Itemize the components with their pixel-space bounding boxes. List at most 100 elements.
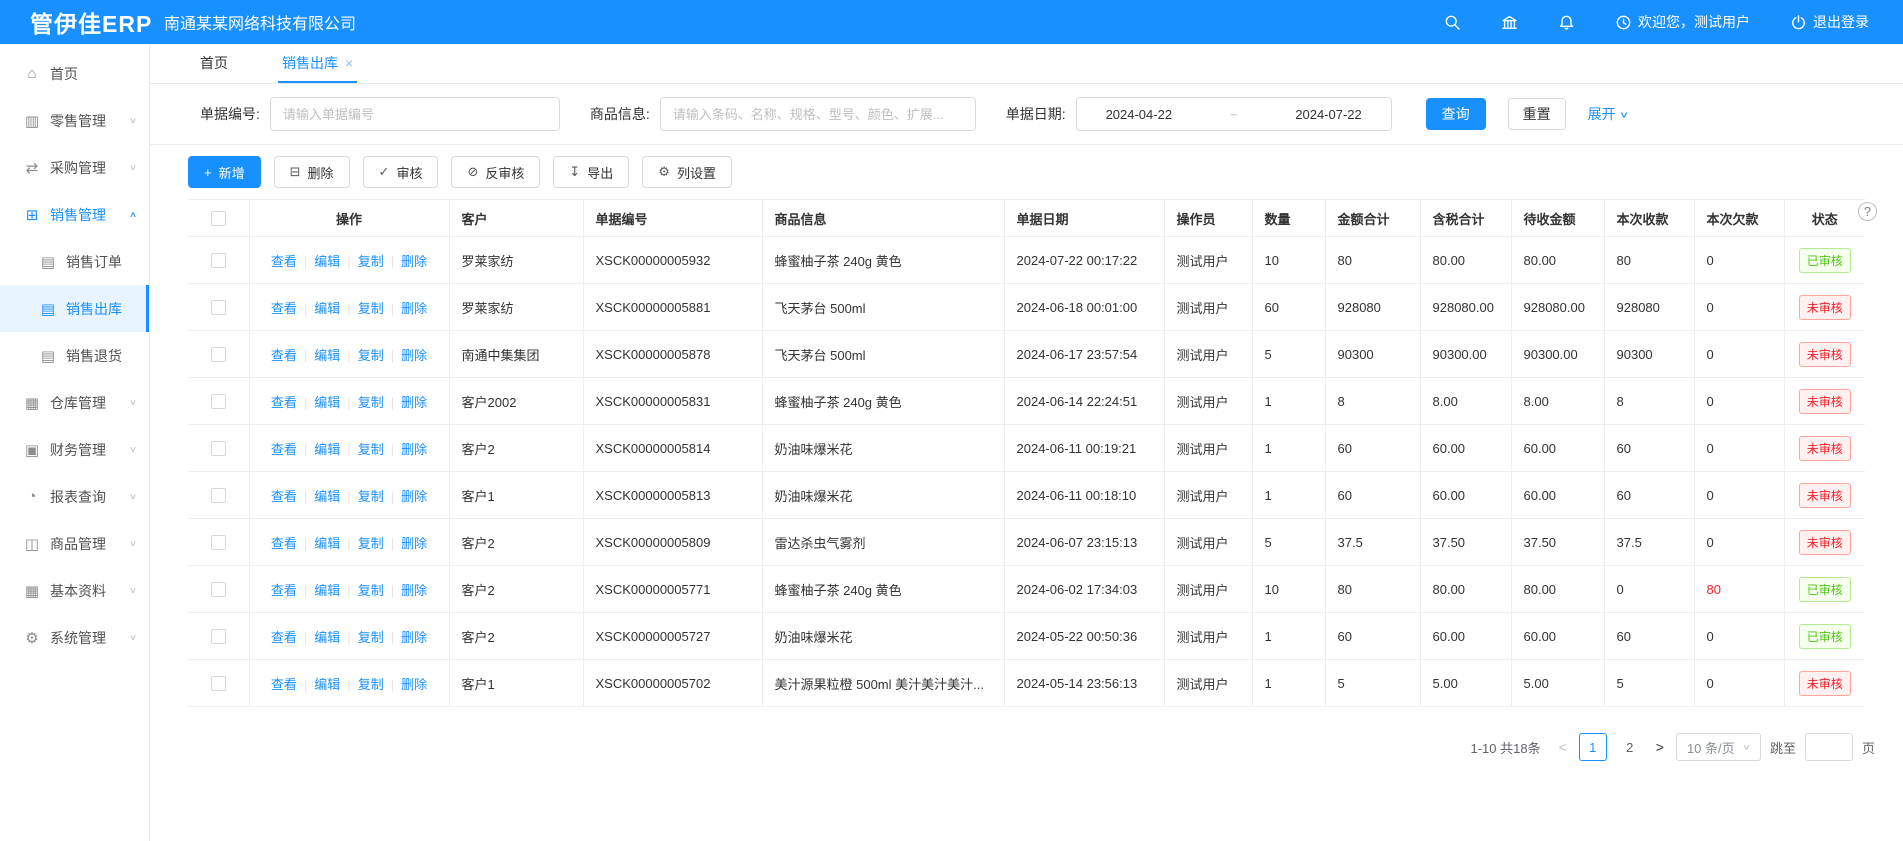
sidebar-item-sales-management[interactable]: ⊞销售管理∧: [0, 191, 149, 238]
order-no-cell: XSCK00000005771: [583, 566, 762, 613]
copy-link[interactable]: 复制: [358, 348, 384, 363]
delete-link[interactable]: 删除: [401, 348, 427, 363]
delete-link[interactable]: 删除: [401, 442, 427, 457]
edit-link[interactable]: 编辑: [314, 630, 340, 645]
column-header: 金额合计: [1325, 200, 1420, 237]
view-link[interactable]: 查看: [271, 583, 297, 598]
select-all-checkbox[interactable]: [211, 211, 226, 226]
jump-page-input[interactable]: [1805, 733, 1853, 761]
edit-link[interactable]: 编辑: [314, 395, 340, 410]
toolbar-button[interactable]: ⚙列设置: [642, 156, 732, 188]
edit-link[interactable]: 编辑: [314, 489, 340, 504]
copy-link[interactable]: 复制: [358, 677, 384, 692]
home-building-icon[interactable]: [1501, 14, 1518, 31]
date-range-picker[interactable]: 2024-04-22 ~ 2024-07-22: [1076, 97, 1392, 131]
expand-toggle[interactable]: 展开 ∨: [1588, 104, 1628, 124]
search-button[interactable]: 查询: [1426, 98, 1486, 130]
sidebar-item-sales-return[interactable]: ▤销售退货: [0, 332, 149, 379]
edit-link[interactable]: 编辑: [314, 348, 340, 363]
view-link[interactable]: 查看: [271, 395, 297, 410]
search-icon[interactable]: [1444, 14, 1461, 31]
view-link[interactable]: 查看: [271, 301, 297, 316]
page-button-2[interactable]: 2: [1616, 733, 1644, 761]
copy-link[interactable]: 复制: [358, 301, 384, 316]
view-link[interactable]: 查看: [271, 677, 297, 692]
sidebar-item-home[interactable]: ⌂首页: [0, 50, 149, 97]
row-checkbox[interactable]: [211, 488, 226, 503]
delete-link[interactable]: 删除: [401, 254, 427, 269]
product-cell: 奶油味爆米花: [762, 472, 1004, 519]
delete-link[interactable]: 删除: [401, 489, 427, 504]
edit-link[interactable]: 编辑: [314, 677, 340, 692]
row-checkbox[interactable]: [211, 535, 226, 550]
close-icon[interactable]: ×: [345, 55, 353, 71]
sidebar-item-retail-management[interactable]: ▥零售管理∨: [0, 97, 149, 144]
delete-link[interactable]: 删除: [401, 630, 427, 645]
notification-bell-icon[interactable]: [1558, 14, 1575, 31]
sidebar-item-finance-management[interactable]: ▣财务管理∨: [0, 426, 149, 473]
sidebar-item-report-query[interactable]: ◔报表查询∨: [0, 473, 149, 520]
tab-sales-outbound[interactable]: 销售出库 ×: [278, 44, 357, 83]
page-button-1[interactable]: 1: [1579, 733, 1607, 761]
delete-link[interactable]: 删除: [401, 395, 427, 410]
copy-link[interactable]: 复制: [358, 442, 384, 457]
copy-link[interactable]: 复制: [358, 254, 384, 269]
edit-link[interactable]: 编辑: [314, 442, 340, 457]
sidebar-item-warehouse-management[interactable]: ▦仓库管理∨: [0, 379, 149, 426]
row-checkbox[interactable]: [211, 300, 226, 315]
clock-icon: [1615, 14, 1632, 31]
user-welcome[interactable]: 欢迎您，测试用户: [1615, 12, 1750, 32]
edit-link[interactable]: 编辑: [314, 301, 340, 316]
view-link[interactable]: 查看: [271, 536, 297, 551]
date-end-value[interactable]: 2024-07-22: [1295, 107, 1362, 122]
view-link[interactable]: 查看: [271, 630, 297, 645]
reset-button[interactable]: 重置: [1508, 98, 1566, 130]
product-info-input[interactable]: [660, 97, 976, 131]
copy-link[interactable]: 复制: [358, 630, 384, 645]
logout-button[interactable]: 退出登录: [1790, 12, 1869, 32]
row-checkbox[interactable]: [211, 394, 226, 409]
toolbar-button[interactable]: ✓审核: [363, 156, 439, 188]
copy-link[interactable]: 复制: [358, 583, 384, 598]
add-button[interactable]: +新增: [188, 156, 261, 188]
toolbar-button[interactable]: ↧导出: [553, 156, 629, 188]
view-link[interactable]: 查看: [271, 348, 297, 363]
sidebar-item-purchase-management[interactable]: ⇄采购管理∨: [0, 144, 149, 191]
retail-icon: ▥: [22, 112, 42, 130]
view-link[interactable]: 查看: [271, 254, 297, 269]
row-checkbox[interactable]: [211, 676, 226, 691]
toolbar-button[interactable]: ⊟删除: [274, 156, 350, 188]
row-checkbox[interactable]: [211, 253, 226, 268]
edit-link[interactable]: 编辑: [314, 536, 340, 551]
view-link[interactable]: 查看: [271, 442, 297, 457]
gear-icon: ⚙: [22, 629, 42, 647]
delete-link[interactable]: 删除: [401, 301, 427, 316]
delete-link[interactable]: 删除: [401, 583, 427, 598]
sidebar-item-basic-data[interactable]: ▦基本资料∨: [0, 567, 149, 614]
sidebar-item-system-management[interactable]: ⚙系统管理∨: [0, 614, 149, 661]
edit-link[interactable]: 编辑: [314, 583, 340, 598]
tab-home[interactable]: 首页: [196, 44, 232, 83]
row-checkbox[interactable]: [211, 582, 226, 597]
copy-link[interactable]: 复制: [358, 536, 384, 551]
delete-link[interactable]: 删除: [401, 536, 427, 551]
help-icon[interactable]: ?: [1858, 202, 1877, 221]
row-checkbox[interactable]: [211, 629, 226, 644]
sidebar-item-goods-management[interactable]: ◫商品管理∨: [0, 520, 149, 567]
page-size-select[interactable]: 10 条/页 ∨: [1676, 733, 1761, 761]
date-start-value[interactable]: 2024-04-22: [1106, 107, 1173, 122]
row-checkbox[interactable]: [211, 441, 226, 456]
view-link[interactable]: 查看: [271, 489, 297, 504]
copy-link[interactable]: 复制: [358, 395, 384, 410]
next-page-icon[interactable]: >: [1653, 739, 1667, 755]
sidebar-item-sales-outbound[interactable]: ▤销售出库: [0, 285, 149, 332]
sidebar-item-sales-order[interactable]: ▤销售订单: [0, 238, 149, 285]
prev-page-icon[interactable]: <: [1556, 739, 1570, 755]
copy-link[interactable]: 复制: [358, 489, 384, 504]
bill-no-input[interactable]: [270, 97, 560, 131]
delete-link[interactable]: 删除: [401, 677, 427, 692]
row-checkbox[interactable]: [211, 347, 226, 362]
edit-link[interactable]: 编辑: [314, 254, 340, 269]
sidebar-item-label: 首页: [50, 64, 78, 84]
toolbar-button[interactable]: ⊘反审核: [451, 156, 540, 188]
